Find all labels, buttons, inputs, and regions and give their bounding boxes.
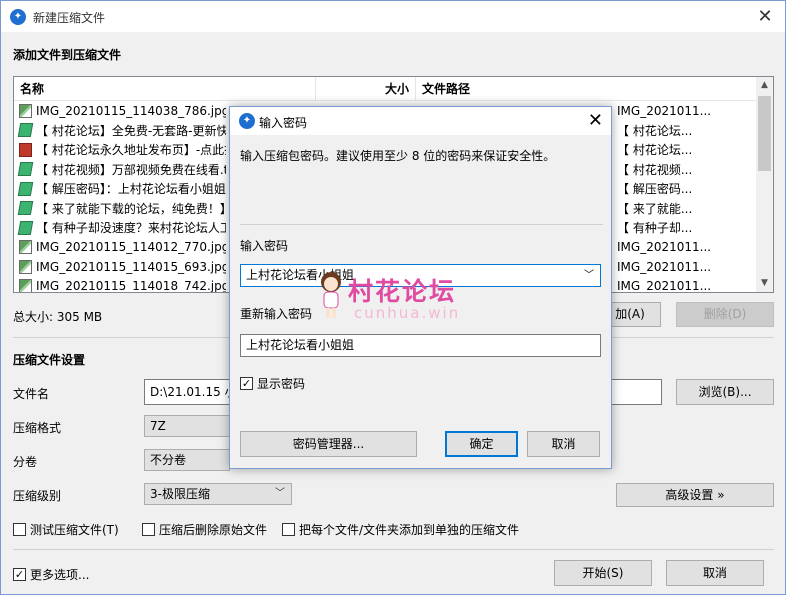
app-logo-icon: ✦	[10, 9, 26, 25]
image-file-icon	[19, 259, 32, 274]
file-name: IMG_20210115_114015_693.jpg	[36, 259, 226, 274]
ok-button[interactable]: 确定	[445, 431, 518, 457]
file-name: 【 村花论坛永久地址发布页】-点此打	[36, 143, 226, 158]
file-path: 【 有种子却...	[617, 221, 693, 236]
dialog-message: 输入压缩包密码。建议使用至少 8 位的密码来保证安全性。	[240, 149, 556, 163]
checkbox-box[interactable]	[142, 523, 155, 536]
title-bar: ✦ 新建压缩文件 ✕	[1, 1, 785, 32]
volume-label: 分卷	[13, 455, 38, 469]
file-name: 【 村花视频】万部视频免费在线看.t	[36, 162, 226, 177]
file-path: IMG_2021011...	[617, 279, 712, 293]
dialog-title-bar: ✦ 输入密码 ✕	[230, 107, 611, 135]
delete-after-checkbox[interactable]: 压缩后删除原始文件	[142, 521, 267, 538]
column-path[interactable]: 文件路径	[416, 77, 757, 101]
shortcut-file-icon	[17, 201, 34, 216]
divider	[13, 549, 774, 550]
watermark-url: cunhua.win	[354, 304, 461, 322]
column-size[interactable]: 大小	[316, 77, 416, 101]
file-path: 【 村花论坛...	[617, 143, 693, 158]
close-icon[interactable]: ✕	[588, 110, 603, 131]
format-value: 7Z	[150, 419, 166, 433]
password-manager-button[interactable]: 密码管理器...	[240, 431, 417, 457]
file-name: IMG_20210115_114018_742.jpg	[36, 279, 226, 293]
dialog-title: 输入密码	[259, 116, 308, 130]
delete-after-label: 压缩后删除原始文件	[159, 523, 268, 537]
confirm-password-input[interactable]: 上村花论坛看小姐姐	[240, 334, 601, 357]
image-file-icon	[19, 240, 32, 255]
format-select[interactable]: 7Z	[144, 415, 230, 437]
chevron-down-icon[interactable]: ﹀	[584, 265, 594, 286]
level-value: 3-极限压缩	[150, 487, 210, 501]
total-size: 总大小: 305 MB	[13, 310, 103, 324]
scroll-up-icon[interactable]: ▲	[756, 77, 773, 94]
browse-button[interactable]: 浏览(B)...	[676, 379, 774, 405]
file-path: 【 来了就能...	[617, 201, 693, 216]
test-archive-label: 测试压缩文件(T)	[30, 523, 119, 537]
level-label: 压缩级别	[13, 489, 62, 503]
file-name: IMG_20210115_114012_770.jpg	[36, 240, 226, 255]
checkbox-box[interactable]	[13, 523, 26, 536]
vertical-scrollbar[interactable]: ▲ ▼	[756, 77, 773, 292]
show-password-label: 显示密码	[257, 377, 306, 391]
add-files-heading: 添加文件到压缩文件	[13, 48, 122, 62]
file-path: 【 村花视频...	[617, 162, 693, 177]
check-icon[interactable]: ✓	[13, 568, 26, 581]
scroll-down-icon[interactable]: ▼	[756, 275, 773, 292]
shortcut-file-icon	[17, 181, 34, 196]
shortcut-file-icon	[17, 220, 34, 235]
app-logo-icon: ✦	[239, 113, 255, 129]
volume-select[interactable]: 不分卷	[144, 449, 230, 471]
check-icon[interactable]: ✓	[240, 377, 253, 390]
file-name: 【 有种子却没速度？来村花论坛人工	[36, 221, 226, 236]
watermark-text: 村花论坛	[348, 277, 457, 306]
cancel-button[interactable]: 取消	[666, 560, 764, 586]
separate-archives-checkbox[interactable]: 把每个文件/文件夹添加到单独的压缩文件	[282, 521, 519, 538]
image-file-icon	[19, 279, 32, 292]
image-file-icon	[19, 103, 32, 118]
more-options-label: 更多选项...	[30, 568, 90, 582]
separate-archives-label: 把每个文件/文件夹添加到单独的压缩文件	[299, 523, 520, 537]
checkbox-box[interactable]	[282, 523, 295, 536]
shortcut-file-icon	[17, 162, 34, 177]
shortcut-file-icon	[17, 123, 34, 138]
chevron-down-icon: ﹀	[275, 488, 285, 499]
window-title: 新建压缩文件	[33, 11, 106, 25]
file-path: 【 村花论坛...	[617, 123, 693, 138]
file-name: 【 村花论坛】全免费-无套路-更新快	[36, 123, 226, 138]
format-label: 压缩格式	[13, 421, 62, 435]
filename-label: 文件名	[13, 387, 50, 401]
watermark: 村花论坛 cunhua.win	[318, 270, 488, 324]
settings-heading: 压缩文件设置	[13, 353, 86, 367]
column-name[interactable]: 名称	[14, 77, 316, 101]
file-name: 【 来了就能下载的论坛，纯免费！】	[36, 201, 226, 216]
start-button[interactable]: 开始(S)	[554, 560, 652, 586]
test-archive-checkbox[interactable]: 测试压缩文件(T)	[13, 521, 119, 538]
save-file-icon	[19, 142, 32, 157]
advanced-settings-button[interactable]: 高级设置 »	[616, 483, 774, 507]
file-path: 【 解压密码...	[617, 182, 693, 197]
confirm-password-label: 重新输入密码	[240, 307, 313, 321]
file-path: IMG_2021011...	[617, 103, 712, 118]
show-password-checkbox[interactable]: ✓ 显示密码	[240, 375, 305, 392]
close-icon[interactable]: ✕	[755, 6, 775, 27]
file-name: IMG_20210115_114038_786.jpg	[36, 103, 226, 118]
divider	[240, 224, 603, 225]
scroll-thumb[interactable]	[758, 96, 771, 171]
file-name: 【 解压密码】：上村花论坛看小姐姐	[36, 182, 226, 197]
file-path: IMG_2021011...	[617, 259, 712, 274]
dialog-cancel-button[interactable]: 取消	[527, 431, 600, 457]
volume-value: 不分卷	[150, 453, 187, 467]
file-path: IMG_2021011...	[617, 240, 712, 255]
more-options-checkbox[interactable]: ✓ 更多选项...	[13, 566, 89, 583]
level-select[interactable]: 3-极限压缩 ﹀	[144, 483, 292, 505]
file-list-header: 名称 大小 文件路径	[14, 77, 757, 101]
password-label: 输入密码	[240, 239, 289, 253]
cartoon-girl-icon	[321, 272, 341, 318]
delete-button[interactable]: 删除(D)	[676, 302, 774, 327]
